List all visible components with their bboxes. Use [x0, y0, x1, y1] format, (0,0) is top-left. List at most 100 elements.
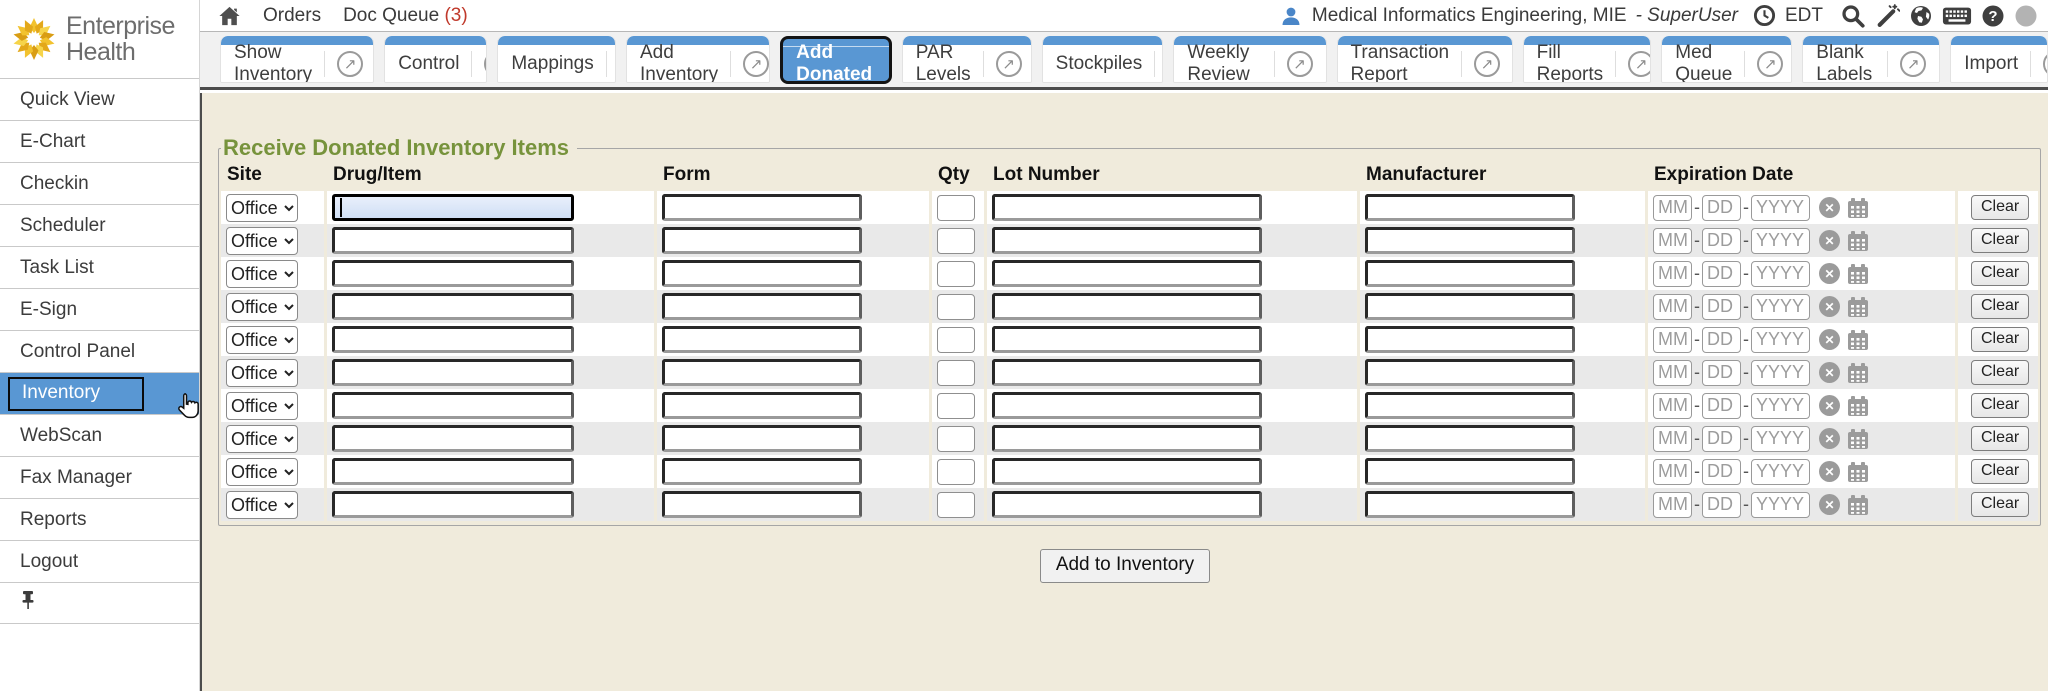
sidebar-item-e-sign[interactable]: E-Sign: [0, 288, 199, 330]
wand-icon[interactable]: [1875, 3, 1900, 28]
doc-queue-link[interactable]: Doc Queue (3): [343, 5, 468, 27]
drug-item-input[interactable]: [332, 491, 574, 518]
tab-par-levels[interactable]: PAR Levels ↗: [902, 36, 1032, 83]
drug-item-input[interactable]: [332, 359, 574, 386]
clear-date-icon[interactable]: ✕: [1819, 461, 1840, 482]
calendar-icon[interactable]: [1846, 296, 1870, 318]
lot-number-input[interactable]: [992, 194, 1262, 221]
tab-mappings[interactable]: Mappings ↗: [497, 36, 616, 83]
qty-input[interactable]: [937, 261, 975, 287]
clear-row-button[interactable]: Clear: [1971, 459, 2029, 484]
calendar-icon[interactable]: [1846, 197, 1870, 219]
sidebar-item-task-list[interactable]: Task List: [0, 246, 199, 288]
popout-arrow-icon[interactable]: ↗: [1900, 51, 1926, 77]
manufacturer-input[interactable]: [1365, 359, 1575, 386]
site-select[interactable]: Office: [226, 359, 298, 387]
expiration-day-input[interactable]: [1702, 261, 1741, 287]
clock-icon[interactable]: [1753, 4, 1776, 27]
qty-input[interactable]: [937, 459, 975, 485]
expiration-month-input[interactable]: [1653, 327, 1692, 353]
expiration-year-input[interactable]: [1751, 360, 1810, 386]
lot-number-input[interactable]: [992, 227, 1262, 254]
qty-input[interactable]: [937, 360, 975, 386]
manufacturer-input[interactable]: [1365, 491, 1575, 518]
expiration-month-input[interactable]: [1653, 228, 1692, 254]
form-input[interactable]: [662, 227, 862, 254]
tab-stockpiles[interactable]: Stockpiles ↗: [1042, 36, 1164, 83]
popout-arrow-icon[interactable]: ↗: [1628, 51, 1651, 77]
lot-number-input[interactable]: [992, 392, 1262, 419]
site-select[interactable]: Office: [226, 425, 298, 453]
clear-date-icon[interactable]: ✕: [1819, 230, 1840, 251]
clear-row-button[interactable]: Clear: [1971, 393, 2029, 418]
help-icon[interactable]: ?: [1981, 4, 2005, 28]
sidebar-item-webscan[interactable]: WebScan: [0, 414, 199, 456]
popout-arrow-icon[interactable]: ↗: [996, 51, 1022, 77]
lot-number-input[interactable]: [992, 359, 1262, 386]
site-select[interactable]: Office: [226, 227, 298, 255]
sidebar-item-fax-manager[interactable]: Fax Manager: [0, 456, 199, 498]
home-icon[interactable]: [218, 5, 241, 27]
tab-transaction-report[interactable]: Transaction Report ↗: [1337, 36, 1513, 83]
popout-arrow-icon[interactable]: ↗: [337, 51, 363, 77]
clear-date-icon[interactable]: ✕: [1819, 428, 1840, 449]
sidebar-item-inventory[interactable]: Inventory: [0, 372, 199, 414]
lot-number-input[interactable]: [992, 491, 1262, 518]
clear-row-button[interactable]: Clear: [1971, 426, 2029, 451]
clear-date-icon[interactable]: ✕: [1819, 263, 1840, 284]
expiration-year-input[interactable]: [1751, 261, 1810, 287]
sidebar-item-checkin[interactable]: Checkin: [0, 162, 199, 204]
popout-arrow-icon[interactable]: ↗: [743, 51, 769, 77]
tab-weekly-review[interactable]: Weekly Review ↗: [1173, 36, 1326, 83]
sidebar-item-logout[interactable]: Logout: [0, 540, 199, 582]
expiration-year-input[interactable]: [1751, 426, 1810, 452]
expiration-year-input[interactable]: [1751, 393, 1810, 419]
calendar-icon[interactable]: [1846, 461, 1870, 483]
expiration-month-input[interactable]: [1653, 393, 1692, 419]
sidebar-item-scheduler[interactable]: Scheduler: [0, 204, 199, 246]
clear-date-icon[interactable]: ✕: [1819, 197, 1840, 218]
popout-arrow-icon[interactable]: ↗: [2043, 51, 2048, 77]
calendar-icon[interactable]: [1846, 428, 1870, 450]
site-select[interactable]: Office: [226, 194, 298, 222]
expiration-month-input[interactable]: [1653, 426, 1692, 452]
drug-item-input[interactable]: [332, 293, 574, 320]
clear-row-button[interactable]: Clear: [1971, 195, 2029, 220]
tab-add-inventory[interactable]: Add Inventory ↗: [626, 36, 770, 83]
qty-input[interactable]: [937, 492, 975, 518]
site-select[interactable]: Office: [226, 458, 298, 486]
qty-input[interactable]: [937, 426, 975, 452]
clear-row-button[interactable]: Clear: [1971, 327, 2029, 352]
tab-fill-reports[interactable]: Fill Reports ↗: [1523, 36, 1652, 83]
lot-number-input[interactable]: [992, 293, 1262, 320]
expiration-year-input[interactable]: [1751, 459, 1810, 485]
clear-row-button[interactable]: Clear: [1971, 228, 2029, 253]
clear-date-icon[interactable]: ✕: [1819, 494, 1840, 515]
expiration-year-input[interactable]: [1751, 294, 1810, 320]
calendar-icon[interactable]: [1846, 494, 1870, 516]
clear-date-icon[interactable]: ✕: [1819, 296, 1840, 317]
expiration-day-input[interactable]: [1702, 426, 1741, 452]
qty-input[interactable]: [937, 393, 975, 419]
expiration-day-input[interactable]: [1702, 360, 1741, 386]
manufacturer-input[interactable]: [1365, 260, 1575, 287]
keyboard-icon[interactable]: [1942, 5, 1972, 27]
expiration-day-input[interactable]: [1702, 459, 1741, 485]
site-select[interactable]: Office: [226, 326, 298, 354]
lot-number-input[interactable]: [992, 458, 1262, 485]
calendar-icon[interactable]: [1846, 263, 1870, 285]
sidebar-item-e-chart[interactable]: E-Chart: [0, 120, 199, 162]
calendar-icon[interactable]: [1846, 395, 1870, 417]
drug-item-input[interactable]: [332, 194, 574, 221]
expiration-month-input[interactable]: [1653, 492, 1692, 518]
clear-row-button[interactable]: Clear: [1971, 492, 2029, 517]
clear-row-button[interactable]: Clear: [1971, 360, 2029, 385]
add-to-inventory-button[interactable]: Add to Inventory: [1040, 549, 1210, 583]
form-input[interactable]: [662, 425, 862, 452]
form-input[interactable]: [662, 491, 862, 518]
tab-control[interactable]: Control ↗: [384, 36, 487, 83]
tab-import[interactable]: Import ↗: [1950, 36, 2048, 83]
expiration-year-input[interactable]: [1751, 195, 1810, 221]
calendar-icon[interactable]: [1846, 362, 1870, 384]
expiration-day-input[interactable]: [1702, 228, 1741, 254]
